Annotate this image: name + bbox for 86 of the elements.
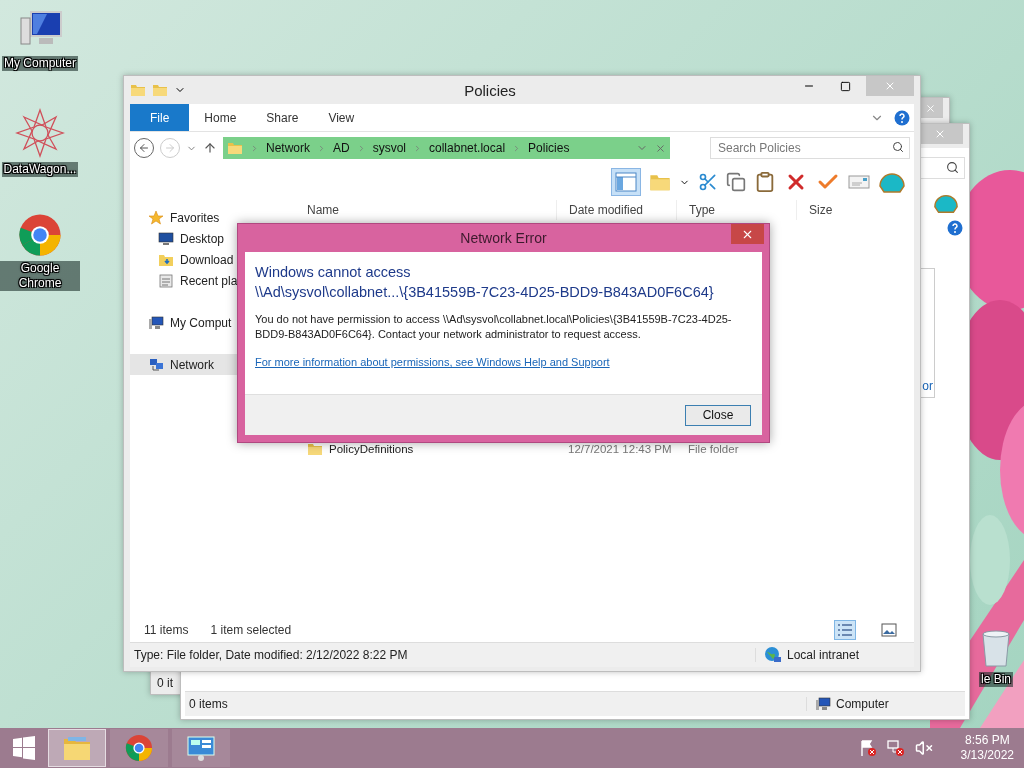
flag-alert-icon[interactable] xyxy=(858,739,877,757)
computer-icon xyxy=(815,696,831,712)
windows-logo-icon[interactable] xyxy=(12,736,36,760)
help-icon[interactable] xyxy=(894,109,910,126)
clock[interactable]: 8:56 PM 3/13/2022 xyxy=(960,733,1014,763)
folder-icon xyxy=(227,140,243,156)
error-heading: Windows cannot access \\Ad\sysvol\collabnet...\{3B41559B-7C23-4D25-BDD9-B843AD0F6C64} xyxy=(255,263,714,302)
recent-places-icon xyxy=(158,272,174,289)
panel-text: or xyxy=(922,379,933,393)
up-button[interactable] xyxy=(203,141,217,155)
desktop-icon-label[interactable]: Google Chrome xyxy=(0,261,80,291)
taskbar-app-button[interactable] xyxy=(172,729,230,767)
dialog-title: Network Error xyxy=(460,230,547,246)
thumbnails-view-icon xyxy=(881,623,897,637)
copy-icon[interactable] xyxy=(726,172,746,192)
search-field[interactable] xyxy=(919,157,965,179)
error-message: You do not have permission to access \\Ad\sysvol\collabnet.local\Policies\{3B41559B-7C23-4D25-BDD9-B843AD0F6C64}. Contact your network administrator to request access. xyxy=(255,312,733,342)
monitor-icon xyxy=(158,230,174,247)
search-field[interactable]: Search Policies xyxy=(710,137,910,159)
computer-icon xyxy=(148,314,164,331)
ribbon-tab[interactable]: Share xyxy=(251,104,314,131)
breadcrumb-item[interactable]: sysvol xyxy=(372,141,407,155)
desktop-icon-label[interactable]: le Bin xyxy=(979,672,1013,687)
ribbon-tab[interactable]: View xyxy=(313,104,370,131)
status-text: 0 it xyxy=(157,676,174,690)
star-icon xyxy=(148,209,164,226)
breadcrumb-item[interactable]: AD xyxy=(333,141,350,155)
help-icon[interactable] xyxy=(947,220,963,236)
arrow-left-icon xyxy=(138,142,150,154)
breadcrumb-item[interactable]: Network xyxy=(266,141,310,155)
breadcrumb-item[interactable]: Policies xyxy=(528,141,570,155)
chrome-icon[interactable] xyxy=(125,734,153,762)
folder-icon xyxy=(307,441,323,457)
network-icon xyxy=(148,356,164,373)
arrow-right-icon xyxy=(164,142,176,154)
status-text: Type: File folder, Date modified: 2/12/2022 8:22 PM xyxy=(130,648,756,662)
desktop-icon-label[interactable]: DataWagon... xyxy=(1,162,79,177)
recycle-bin-icon[interactable] xyxy=(979,628,1013,668)
navigation-item[interactable]: Favorites xyxy=(130,207,295,228)
close-dialog-button[interactable]: Close xyxy=(685,404,751,426)
folder-icon xyxy=(130,82,146,98)
search-icon xyxy=(946,161,959,174)
file-row[interactable]: PolicyDefinitions 12/7/2021 12:43 PM File folder xyxy=(295,439,914,459)
search-icon xyxy=(892,141,904,153)
details-view-icon xyxy=(837,623,853,637)
close-icon xyxy=(884,80,896,92)
close-icon xyxy=(924,102,936,114)
desktop-icon-label[interactable]: My Computer xyxy=(2,56,78,71)
globe-icon xyxy=(764,646,782,664)
window-title: Policies xyxy=(463,81,517,99)
item-count: 11 items xyxy=(144,623,189,637)
paste-icon[interactable] xyxy=(754,171,776,193)
file-name: PolicyDefinitions xyxy=(329,443,414,455)
chrome-icon[interactable] xyxy=(18,213,62,257)
clear-icon[interactable] xyxy=(655,142,666,154)
star-pattern-icon[interactable] xyxy=(15,108,65,158)
thumbnails-view-button[interactable] xyxy=(878,620,900,640)
type-cell-text: File folder xyxy=(687,442,740,457)
preview-pane-button[interactable] xyxy=(611,168,641,196)
muted-speaker-icon[interactable] xyxy=(914,739,933,757)
server-manager-icon[interactable] xyxy=(186,734,216,762)
properties-icon[interactable] xyxy=(848,174,870,190)
date-cell-text: 12/7/2021 12:43 PM xyxy=(567,442,673,457)
ribbon-tab[interactable]: Home xyxy=(189,104,252,131)
breadcrumb-item[interactable]: collabnet.local xyxy=(429,141,506,155)
folder-icon xyxy=(152,82,168,98)
column-header[interactable]: Type xyxy=(676,200,796,220)
column-header[interactable]: Date modified xyxy=(556,200,676,220)
address-bar[interactable]: Network AD sysvol collabnet.local Policies xyxy=(223,137,670,159)
details-view-button[interactable] xyxy=(834,620,856,640)
selection-count: 1 item selected xyxy=(210,623,292,637)
cut-icon[interactable] xyxy=(698,172,718,192)
chevron-right-icon xyxy=(250,143,259,153)
file-tab[interactable]: File xyxy=(130,104,190,131)
close-icon xyxy=(934,128,946,140)
security-zone: Local intranet xyxy=(787,648,860,662)
column-header[interactable]: Size xyxy=(796,200,856,220)
status-text: 0 items xyxy=(185,697,807,711)
column-header[interactable]: Name xyxy=(295,200,556,220)
taskbar-app-button[interactable] xyxy=(110,729,168,767)
status-location: Computer xyxy=(836,697,889,711)
close-button[interactable] xyxy=(731,224,764,244)
preview-pane-icon xyxy=(615,172,637,192)
network-alert-icon[interactable] xyxy=(886,739,905,757)
maximize-icon xyxy=(839,80,851,92)
chevron-right-icon xyxy=(317,143,326,153)
